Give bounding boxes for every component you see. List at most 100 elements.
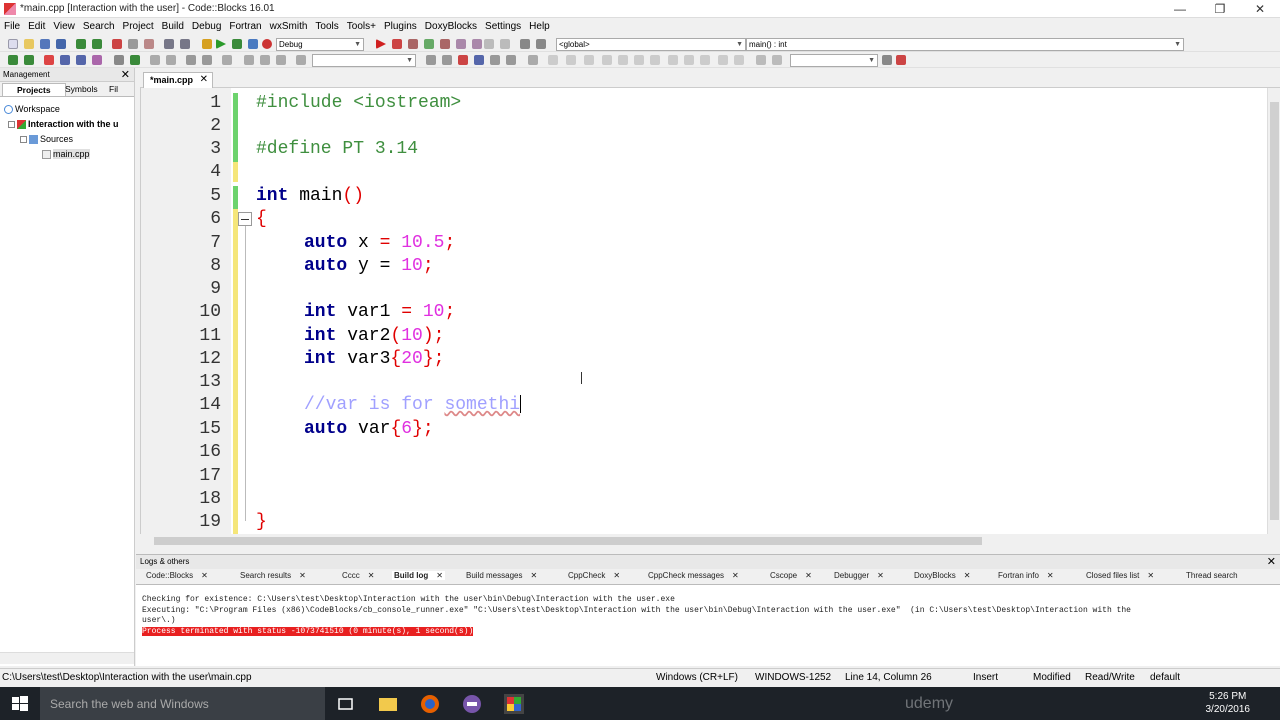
tab-close-icon[interactable]: ✕ bbox=[200, 74, 208, 85]
build-and-run-icon[interactable] bbox=[232, 39, 242, 49]
debug-run-icon[interactable] bbox=[376, 39, 386, 49]
undo-icon[interactable] bbox=[76, 39, 86, 49]
justify-icon[interactable] bbox=[650, 55, 660, 65]
find-icon[interactable] bbox=[164, 39, 174, 49]
menu-edit[interactable]: Edit bbox=[24, 19, 49, 34]
table-icon[interactable] bbox=[668, 55, 678, 65]
next-bookmark-icon[interactable] bbox=[76, 55, 86, 65]
symbol-c-icon[interactable] bbox=[772, 55, 782, 65]
menu-doxyblocks[interactable]: DoxyBlocks bbox=[421, 19, 481, 34]
menu-settings[interactable]: Settings bbox=[481, 19, 525, 34]
zoom-out-icon[interactable] bbox=[734, 55, 744, 65]
editor-vertical-scrollbar[interactable] bbox=[1267, 88, 1280, 534]
save-all-icon[interactable] bbox=[56, 39, 66, 49]
menu-tools-plus[interactable]: Tools+ bbox=[343, 19, 380, 34]
close-button[interactable]: ✕ bbox=[1240, 0, 1280, 18]
align-right-icon[interactable] bbox=[634, 55, 644, 65]
replace-icon[interactable] bbox=[180, 39, 190, 49]
function-select[interactable]: main() : int ▼ bbox=[746, 38, 1184, 51]
next-line-icon[interactable] bbox=[408, 39, 418, 49]
scrollbar-thumb[interactable] bbox=[1270, 102, 1279, 520]
jump-icon[interactable] bbox=[92, 55, 102, 65]
tab-close-icon[interactable]: ✕ bbox=[201, 571, 208, 580]
tab-fortran-info[interactable]: Fortran info ✕ bbox=[998, 571, 1054, 580]
codeblocks-taskbar-icon[interactable] bbox=[502, 692, 526, 716]
highlight-next-icon[interactable] bbox=[130, 55, 140, 65]
code-completion-icon[interactable] bbox=[296, 55, 306, 65]
tab-cccc[interactable]: Cccc ✕ bbox=[342, 571, 374, 580]
menu-project[interactable]: Project bbox=[119, 19, 158, 34]
menu-debug[interactable]: Debug bbox=[188, 19, 225, 34]
tab-build-messages[interactable]: Build messages ✕ bbox=[466, 571, 537, 580]
menu-fortran[interactable]: Fortran bbox=[225, 19, 265, 34]
regex-icon[interactable] bbox=[474, 55, 484, 65]
scope-select[interactable]: <global> ▼ bbox=[556, 38, 746, 51]
tab-close-icon[interactable]: ✕ bbox=[1147, 571, 1154, 580]
tab-cppcheck-messages[interactable]: CppCheck messages ✕ bbox=[648, 571, 739, 580]
task-view-icon[interactable] bbox=[334, 692, 358, 716]
open-file-icon[interactable] bbox=[24, 39, 34, 49]
tab-close-icon[interactable]: ✕ bbox=[1047, 571, 1054, 580]
uncomment-icon[interactable] bbox=[166, 55, 176, 65]
nav-forward-icon[interactable] bbox=[24, 55, 34, 65]
menu-help[interactable]: Help bbox=[525, 19, 554, 34]
windows-start-icon[interactable] bbox=[8, 692, 32, 716]
dedent-icon[interactable] bbox=[602, 55, 612, 65]
new-file-icon[interactable] bbox=[8, 39, 18, 49]
tab-files[interactable]: Fil bbox=[106, 84, 121, 94]
stream-comment-icon[interactable] bbox=[202, 55, 212, 65]
debug-info-icon[interactable] bbox=[536, 39, 546, 49]
zoom-in-icon[interactable] bbox=[718, 55, 728, 65]
run-icon[interactable] bbox=[216, 39, 226, 49]
file-explorer-icon[interactable] bbox=[376, 692, 400, 716]
jump-forward-icon[interactable] bbox=[442, 55, 452, 65]
tab-doxyblocks[interactable]: DoxyBlocks ✕ bbox=[914, 571, 971, 580]
go-to-line-icon[interactable] bbox=[528, 55, 538, 65]
firefox-icon[interactable] bbox=[418, 692, 442, 716]
tab-build-log[interactable]: Build log ✕ bbox=[392, 571, 445, 580]
menu-file[interactable]: File bbox=[0, 19, 24, 34]
collapse-icon[interactable] bbox=[8, 121, 15, 129]
next-instruction-icon[interactable] bbox=[456, 39, 466, 49]
tab-close-icon[interactable]: ✕ bbox=[436, 571, 443, 580]
build-gear-icon[interactable] bbox=[202, 39, 212, 49]
code-editor[interactable]: 1 2 3 4 5 6 7 8 9 10 11 12 13 14 15 16 1… bbox=[140, 88, 1267, 534]
paste-icon[interactable] bbox=[144, 39, 154, 49]
logs-close-icon[interactable]: ✕ bbox=[1267, 555, 1276, 568]
tab-cscope[interactable]: Cscope ✕ bbox=[770, 571, 812, 580]
tab-codeblocks-log[interactable]: Code::Blocks ✕ bbox=[146, 571, 208, 580]
step-instruction-icon[interactable] bbox=[472, 39, 482, 49]
collapse-icon[interactable] bbox=[20, 136, 27, 144]
menu-view[interactable]: View bbox=[49, 19, 79, 34]
save-icon[interactable] bbox=[40, 39, 50, 49]
tab-cppcheck[interactable]: CppCheck ✕ bbox=[568, 571, 620, 580]
stop-debug-icon[interactable] bbox=[500, 39, 510, 49]
abort-icon[interactable] bbox=[262, 39, 272, 49]
copy-icon[interactable] bbox=[128, 39, 138, 49]
step-out-icon[interactable] bbox=[440, 39, 450, 49]
match-brace-icon[interactable] bbox=[222, 55, 232, 65]
block-icon[interactable] bbox=[566, 55, 576, 65]
lines-icon[interactable] bbox=[548, 55, 558, 65]
management-close-icon[interactable]: ✕ bbox=[121, 68, 130, 81]
fold-icon[interactable] bbox=[244, 55, 254, 65]
menu-build[interactable]: Build bbox=[158, 19, 188, 34]
comment-icon[interactable] bbox=[150, 55, 160, 65]
tree-project[interactable]: Interaction with the u bbox=[8, 119, 119, 130]
menu-wxsmith[interactable]: wxSmith bbox=[266, 19, 312, 34]
minimize-button[interactable]: — bbox=[1160, 0, 1200, 18]
tree-sources-folder[interactable]: Sources bbox=[20, 134, 73, 145]
menu-search[interactable]: Search bbox=[79, 19, 119, 34]
rebuild-icon[interactable] bbox=[248, 39, 258, 49]
tree-file-main-cpp[interactable]: main.cpp bbox=[42, 149, 90, 160]
align-left-icon[interactable] bbox=[618, 55, 628, 65]
menu-plugins[interactable]: Plugins bbox=[380, 19, 421, 34]
tab-close-icon[interactable]: ✕ bbox=[732, 571, 739, 580]
code-completion-select[interactable]: ▼ bbox=[312, 54, 416, 67]
thread-search-select[interactable]: ▼ bbox=[790, 54, 878, 67]
pause-icon[interactable] bbox=[484, 39, 494, 49]
scrollbar-thumb[interactable] bbox=[154, 537, 982, 545]
whole-word-icon[interactable] bbox=[506, 55, 516, 65]
debug-windows-icon[interactable] bbox=[520, 39, 530, 49]
taskbar-clock[interactable]: 5:26 PM 3/20/2016 bbox=[1206, 690, 1251, 716]
